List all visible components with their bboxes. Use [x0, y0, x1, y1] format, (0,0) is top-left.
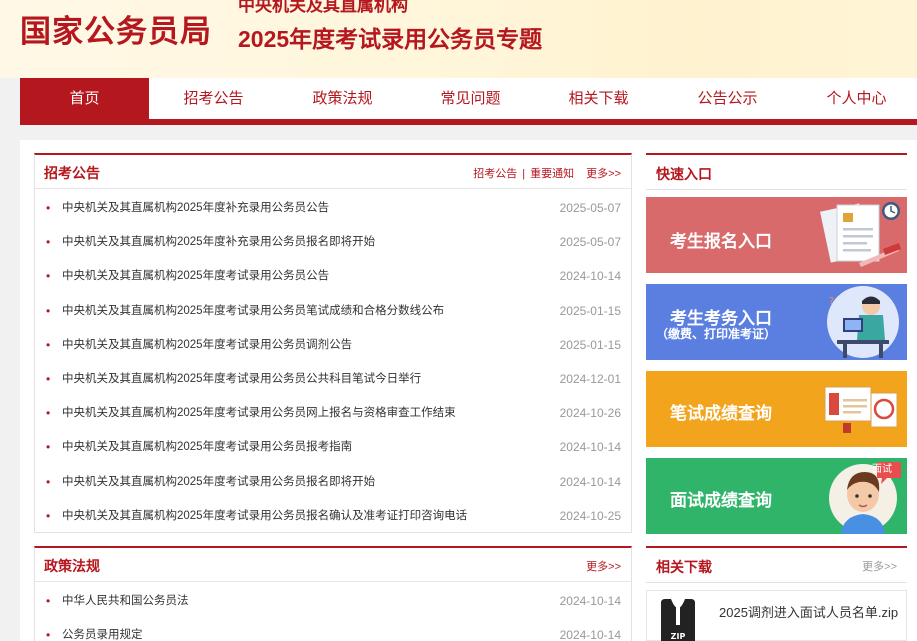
main-nav: 首页 招考公告 政策法规 常见问题 相关下载 公告公示 个人中心 — [20, 78, 917, 119]
nav-item-policy[interactable]: 政策法规 — [278, 78, 407, 119]
list-item-title[interactable]: 中央机关及其直属机构2025年度补充录用公务员公告 — [62, 191, 329, 225]
bullet-icon: • — [46, 269, 51, 284]
list-item-date: 2024-10-26 — [559, 406, 621, 421]
nav-item-personal-center[interactable]: 个人中心 — [792, 78, 917, 119]
list-item-title[interactable]: 中央机关及其直属机构2025年度考试录用公务员笔试成绩和合格分数线公布 — [62, 294, 444, 328]
nav-item-home[interactable]: 首页 — [20, 78, 149, 119]
nav-underline — [20, 119, 917, 125]
header-subtitle: 中央机关及其直属机构 — [238, 0, 408, 15]
svg-text:?: ? — [829, 296, 834, 307]
nav-item-faq[interactable]: 常见问题 — [406, 78, 535, 119]
policy-links: 更多>> — [586, 558, 621, 574]
bullet-icon: • — [46, 508, 51, 523]
interview-score-query-label: 面试成绩查询 — [670, 491, 772, 510]
list-item-date: 2024-10-14 — [559, 269, 621, 284]
list-item-date: 2024-10-14 — [559, 594, 621, 608]
bullet-icon: • — [46, 371, 51, 386]
interview-score-query-button[interactable]: 面试成绩查询 面试 — [646, 458, 907, 534]
more-link[interactable]: 更多>> — [862, 561, 897, 573]
panel-header: 政策法规 更多>> — [35, 548, 631, 582]
list-item-date: 2025-01-15 — [559, 337, 621, 352]
announcements-title: 招考公告 — [44, 165, 100, 181]
list-item-title[interactable]: 公务员录用规定 — [62, 618, 143, 641]
list-item-date: 2025-05-07 — [559, 235, 621, 250]
documents-pen-icon — [820, 202, 901, 267]
list-item[interactable]: • 中央机关及其直属机构2025年度补充录用公务员报名即将开始 2025-05-07 — [35, 225, 631, 259]
more-link[interactable]: 更多>> — [586, 168, 621, 180]
link-important-notices[interactable]: 重要通知 — [530, 168, 574, 180]
zip-file-icon: ZIP — [661, 599, 695, 641]
candidate-registration-label: 考生报名入口 — [670, 232, 772, 251]
list-item-date: 2025-01-15 — [559, 303, 621, 318]
bullet-icon: • — [46, 235, 51, 250]
list-item-date: 2025-05-07 — [559, 201, 621, 215]
policy-panel: 政策法规 更多>> • 中华人民共和国公务员法 2024-10-14 • 公务员录用规定… — [34, 546, 632, 641]
bullet-icon: • — [46, 440, 51, 455]
list-item-title[interactable]: 中央机关及其直属机构2025年度考试录用公务员报名即将开始 — [62, 465, 375, 499]
list-item[interactable]: • 中央机关及其直属机构2025年度考试录用公务员报名即将开始 2024-10-14 — [35, 465, 631, 499]
site-logo[interactable]: 国家公务员局 — [20, 6, 212, 51]
list-item[interactable]: • 中央机关及其直属机构2025年度考试录用公务员公共科目笔试今日举行 2024-1… — [35, 362, 631, 396]
exam-affairs-button[interactable]: 考生考务入口 （缴费、打印准考证） ? — [646, 284, 907, 360]
bullet-icon: • — [46, 474, 51, 489]
bullet-icon: • — [46, 406, 51, 421]
list-item[interactable]: • 中央机关及其直属机构2025年度补充录用公务员公告 2025-05-07 — [35, 191, 631, 225]
policy-title: 政策法规 — [44, 558, 100, 574]
downloads-panel: 相关下载 更多>> — [646, 546, 907, 583]
panel-header: 招考公告 招考公告 | 重要通知 更多>> — [35, 155, 631, 189]
list-item[interactable]: • 中央机关及其直属机构2025年度考试录用公务员报考指南 2024-10-14 — [35, 430, 631, 464]
list-item-date: 2024-12-01 — [559, 371, 621, 386]
list-item[interactable]: • 中央机关及其直属机构2025年度考试录用公务员报名确认及准考证打印咨询电话 20… — [35, 499, 631, 533]
nav-item-announcements[interactable]: 招考公告 — [149, 78, 278, 119]
more-link[interactable]: 更多>> — [586, 561, 621, 573]
list-item[interactable]: • 中央机关及其直属机构2025年度考试录用公务员网上报名与资格审查工作结束 202… — [35, 396, 631, 430]
list-item[interactable]: • 中华人民共和国公务员法 2024-10-14 — [35, 584, 631, 618]
candidate-registration-button[interactable]: 考生报名入口 — [646, 197, 907, 273]
list-item[interactable]: • 中央机关及其直属机构2025年度考试录用公务员公告 2024-10-14 — [35, 259, 631, 293]
student-computer-icon: ? — [827, 286, 899, 358]
list-item-date: 2024-10-25 — [559, 508, 621, 523]
list-item[interactable]: • 中央机关及其直属机构2025年度考试录用公务员笔试成绩和合格分数线公布 2025… — [35, 294, 631, 328]
list-item-title[interactable]: 中央机关及其直属机构2025年度考试录用公务员网上报名与资格审查工作结束 — [62, 396, 456, 430]
link-separator: | — [522, 168, 526, 180]
list-item-title[interactable]: 中央机关及其直属机构2025年度考试录用公务员公告 — [62, 259, 329, 293]
announcements-list: • 中央机关及其直属机构2025年度补充录用公务员公告 2025-05-07 • 中央机… — [35, 191, 631, 533]
download-item[interactable]: ZIP 2025调剂进入面试人员名单.zip — [646, 590, 907, 641]
list-item-date: 2024-10-14 — [559, 628, 621, 641]
downloads-links: 更多>> — [862, 558, 897, 574]
list-item-title[interactable]: 中央机关及其直属机构2025年度考试录用公务员报考指南 — [62, 430, 352, 464]
list-item[interactable]: • 公务员录用规定 2024-10-14 — [35, 618, 631, 641]
list-item-date: 2024-10-14 — [559, 474, 621, 489]
announcements-links: 招考公告 | 重要通知 更多>> — [473, 165, 621, 181]
header-banner: 国家公务员局 中央机关及其直属机构 2025年度考试录用公务员专题 — [0, 0, 917, 78]
list-item-date: 2024-10-14 — [559, 440, 621, 455]
bullet-icon: • — [46, 337, 51, 352]
nav-item-downloads[interactable]: 相关下载 — [534, 78, 663, 119]
header-title: 2025年度考试录用公务员专题 — [238, 26, 543, 52]
list-item-title[interactable]: 中央机关及其直属机构2025年度考试录用公务员调剂公告 — [62, 328, 352, 362]
nav-item-notices[interactable]: 公告公示 — [663, 78, 792, 119]
written-score-query-button[interactable]: 笔试成绩查询 — [646, 371, 907, 447]
list-item-title[interactable]: 中央机关及其直属机构2025年度补充录用公务员报名即将开始 — [62, 225, 375, 259]
list-item-title[interactable]: 中华人民共和国公务员法 — [62, 584, 189, 618]
bullet-icon: • — [46, 303, 51, 318]
exam-affairs-sublabel: （缴费、打印准考证） — [656, 327, 777, 341]
interview-badge: 面试 — [872, 464, 892, 475]
quick-entry-title: 快速入口 — [656, 166, 712, 182]
zip-file-icon-label: ZIP — [671, 632, 686, 641]
list-item-title[interactable]: 中央机关及其直属机构2025年度考试录用公务员报名确认及准考证打印咨询电话 — [62, 499, 467, 533]
quick-entry-panel: 快速入口 — [646, 153, 907, 190]
written-score-query-label: 笔试成绩查询 — [670, 404, 772, 423]
list-item-title[interactable]: 中央机关及其直属机构2025年度考试录用公务员公共科目笔试今日举行 — [62, 362, 421, 396]
announcements-panel: 招考公告 招考公告 | 重要通知 更多>> • 中央机关及其直属机构2025年度补充录用… — [34, 153, 632, 533]
link-announcements[interactable]: 招考公告 — [473, 168, 517, 180]
bullet-icon: • — [46, 594, 51, 608]
policy-list: • 中华人民共和国公务员法 2024-10-14 • 公务员录用规定 2024-10-14 — [35, 584, 631, 641]
bullet-icon: • — [46, 201, 51, 215]
downloads-title: 相关下载 — [656, 559, 712, 575]
score-report-icon — [824, 386, 898, 433]
download-file-name: 2025调剂进入面试人员名单.zip — [719, 605, 899, 620]
bullet-icon: • — [46, 628, 51, 641]
list-item[interactable]: • 中央机关及其直属机构2025年度考试录用公务员调剂公告 2025-01-15 — [35, 328, 631, 362]
